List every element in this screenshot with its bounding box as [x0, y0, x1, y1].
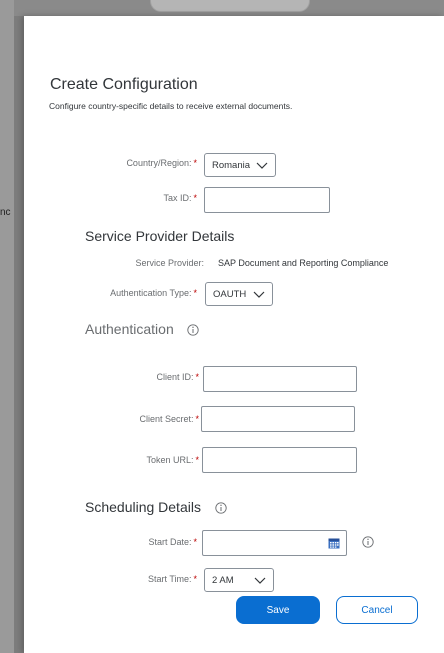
required-marker: *: [193, 158, 197, 168]
required-marker: *: [193, 537, 197, 547]
info-icon[interactable]: [215, 502, 227, 514]
required-marker: *: [193, 574, 197, 584]
cancel-button[interactable]: Cancel: [336, 596, 418, 624]
start-time-label: Start Time: *: [147, 574, 197, 584]
service-provider-value: SAP Document and Reporting Compliance: [218, 258, 389, 268]
service-provider-label: Service Provider:: [135, 258, 204, 268]
tax-id-input[interactable]: [204, 187, 330, 213]
required-marker: *: [195, 414, 199, 424]
client-id-input[interactable]: [203, 366, 357, 392]
required-marker: *: [195, 372, 199, 382]
required-marker: *: [193, 288, 197, 298]
country-region-label: Country/Region: *: [126, 158, 197, 168]
token-url-input[interactable]: [202, 447, 357, 473]
country-region-value: Romania: [212, 159, 251, 171]
country-region-select[interactable]: Romania: [204, 153, 276, 177]
chevron-down-icon: [254, 577, 266, 584]
start-date-label: Start Date: *: [148, 537, 197, 547]
backdrop-text-fragment: nc: [0, 207, 11, 218]
create-configuration-dialog: Create Configuration Configure country-s…: [24, 16, 444, 653]
token-url-label: Token URL: *: [146, 455, 199, 465]
authentication-section-title: Authentication: [85, 321, 174, 337]
start-date-input[interactable]: [202, 530, 347, 556]
dialog-subtitle: Configure country-specific details to re…: [49, 101, 293, 111]
dialog-title: Create Configuration: [50, 76, 198, 93]
scheduling-section-title: Scheduling Details: [85, 499, 201, 515]
info-icon[interactable]: [362, 536, 374, 548]
info-icon[interactable]: [187, 324, 199, 336]
backdrop-left: [0, 0, 14, 653]
start-time-select[interactable]: 2 AM: [204, 568, 274, 592]
start-time-value: 2 AM: [212, 574, 234, 586]
backdrop-search-pill: [150, 0, 310, 12]
required-marker: *: [193, 193, 197, 203]
client-secret-input[interactable]: [201, 406, 355, 432]
authentication-type-select[interactable]: OAUTH: [205, 282, 273, 306]
chevron-down-icon: [256, 162, 268, 169]
authentication-type-label: Authentication Type: *: [110, 288, 197, 298]
client-secret-label: Client Secret: *: [139, 414, 199, 424]
save-button[interactable]: Save: [236, 596, 320, 624]
tax-id-label: Tax ID: *: [163, 193, 197, 203]
calendar-icon[interactable]: [328, 537, 340, 549]
client-id-label: Client ID: *: [156, 372, 199, 382]
chevron-down-icon: [253, 291, 265, 298]
authentication-type-value: OAUTH: [213, 288, 247, 300]
service-provider-section-title: Service Provider Details: [85, 228, 235, 244]
required-marker: *: [195, 455, 199, 465]
